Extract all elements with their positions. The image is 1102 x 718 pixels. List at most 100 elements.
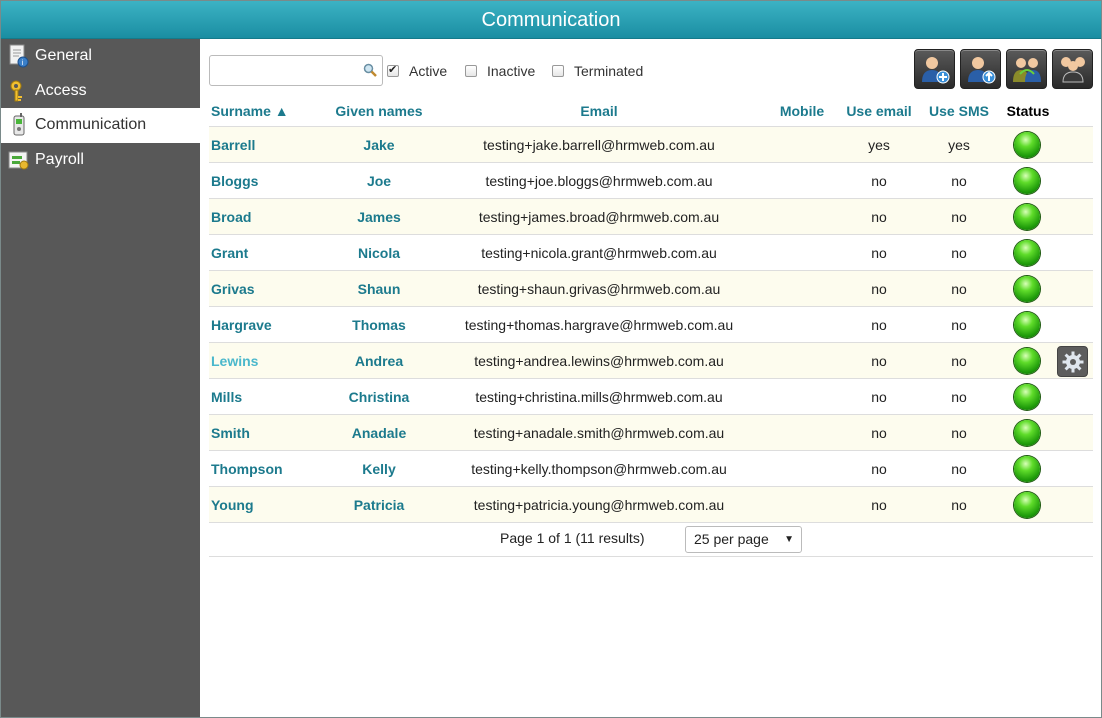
filter-active[interactable]: Active <box>387 63 447 79</box>
use-sms-cell: no <box>951 497 967 513</box>
add-user-button[interactable] <box>914 49 955 89</box>
table-row[interactable]: Grant Nicola testing+nicola.grant@hrmweb… <box>209 234 1093 270</box>
column-header-surname[interactable]: Surname ▲ <box>211 101 301 125</box>
status-active-icon <box>1014 492 1040 518</box>
column-header-given-names[interactable]: Given names <box>319 101 439 125</box>
main-content: Active Inactive Terminated <box>200 39 1101 717</box>
use-sms-cell: no <box>951 317 967 333</box>
surname-cell[interactable]: Grivas <box>211 271 255 307</box>
table-row[interactable]: Young Patricia testing+patricia.young@hr… <box>209 486 1093 522</box>
email-cell: testing+shaun.grivas@hrmweb.com.au <box>477 281 721 297</box>
column-header-mobile[interactable]: Mobile <box>772 101 832 125</box>
table-row[interactable]: Hargrave Thomas testing+thomas.hargrave@… <box>209 306 1093 342</box>
sidebar-item-general[interactable]: i General <box>1 39 200 74</box>
given-names-cell[interactable]: Christina <box>319 379 439 415</box>
sidebar-item-payroll[interactable]: Payroll <box>1 143 200 178</box>
use-sms-cell: yes <box>948 137 970 153</box>
group-users-button[interactable] <box>1052 49 1093 89</box>
email-cell: testing+james.broad@hrmweb.com.au <box>478 209 720 225</box>
surname-cell[interactable]: Grant <box>211 235 248 271</box>
sidebar-item-access[interactable]: Access <box>1 74 200 109</box>
column-header-use-sms[interactable]: Use SMS <box>919 101 999 125</box>
given-names-cell[interactable]: Shaun <box>319 271 439 307</box>
swap-users-button[interactable] <box>1006 49 1047 89</box>
given-names-cell[interactable]: Jake <box>319 127 439 163</box>
active-checkbox[interactable] <box>387 63 399 77</box>
per-page-value: 25 per page <box>694 531 769 547</box>
status-active-icon <box>1014 420 1040 446</box>
given-names-cell[interactable]: Nicola <box>319 235 439 271</box>
given-names-cell[interactable]: Joe <box>319 163 439 199</box>
use-email-cell: yes <box>868 137 890 153</box>
pagination-info: Page 1 of 1 (11 results) <box>500 530 645 546</box>
use-sms-cell: no <box>951 173 967 189</box>
column-header-status: Status <box>1006 103 1050 119</box>
use-sms-cell: no <box>951 425 967 441</box>
chevron-down-icon: ▼ <box>784 534 794 545</box>
given-names-cell[interactable]: Anadale <box>319 415 439 451</box>
use-email-cell: no <box>871 461 887 477</box>
terminated-checkbox[interactable] <box>552 65 564 77</box>
group-users-icon <box>1061 57 1085 83</box>
table-row[interactable]: Bloggs Joe testing+joe.bloggs@hrmweb.com… <box>209 162 1093 198</box>
email-cell: testing+christina.mills@hrmweb.com.au <box>475 389 723 405</box>
table-row[interactable]: Mills Christina testing+christina.mills@… <box>209 378 1093 414</box>
use-email-cell: no <box>871 497 887 513</box>
table-divider <box>209 522 1093 523</box>
gear-icon <box>1062 351 1084 373</box>
sidebar-item-label: Payroll <box>35 150 84 168</box>
surname-cell[interactable]: Broad <box>211 199 251 235</box>
upload-user-button[interactable] <box>960 49 1001 89</box>
use-sms-cell: no <box>951 209 967 225</box>
phone-icon <box>8 113 30 137</box>
table-row[interactable]: Broad James testing+james.broad@hrmweb.c… <box>209 198 1093 234</box>
given-names-cell[interactable]: James <box>319 199 439 235</box>
pager-divider <box>209 556 1093 557</box>
email-cell: testing+kelly.thompson@hrmweb.com.au <box>471 461 727 477</box>
status-active-icon <box>1014 276 1040 302</box>
row-settings-button[interactable] <box>1057 346 1088 377</box>
sidebar-item-label: Access <box>35 81 87 99</box>
surname-cell[interactable]: Smith <box>211 415 250 451</box>
use-sms-cell: no <box>951 281 967 297</box>
given-names-cell[interactable]: Andrea <box>319 343 439 379</box>
use-email-cell: no <box>871 173 887 189</box>
status-active-icon <box>1014 456 1040 482</box>
table-row[interactable]: Lewins Andrea testing+andrea.lewins@hrmw… <box>209 342 1093 378</box>
swap-users-icon <box>1013 58 1041 82</box>
given-names-cell[interactable]: Thomas <box>319 307 439 343</box>
surname-cell[interactable]: Young <box>211 487 254 523</box>
sidebar-item-communication[interactable]: Communication <box>1 108 200 143</box>
use-sms-cell: no <box>951 389 967 405</box>
app-window: Communication i General Access Communica… <box>0 0 1102 718</box>
status-active-icon <box>1014 384 1040 410</box>
search-input[interactable] <box>210 56 360 85</box>
filter-inactive[interactable]: Inactive <box>465 63 535 79</box>
table-row[interactable]: Barrell Jake testing+jake.barrell@hrmweb… <box>209 126 1093 162</box>
surname-cell[interactable]: Mills <box>211 379 242 415</box>
use-email-cell: no <box>871 425 887 441</box>
email-cell: testing+thomas.hargrave@hrmweb.com.au <box>464 317 734 333</box>
given-names-cell[interactable]: Kelly <box>319 451 439 487</box>
email-cell: testing+patricia.young@hrmweb.com.au <box>473 497 725 513</box>
sidebar-item-label: Communication <box>35 116 147 134</box>
sidebar-item-label: General <box>35 47 92 65</box>
surname-cell[interactable]: Hargrave <box>211 307 272 343</box>
table-row[interactable]: Grivas Shaun testing+shaun.grivas@hrmweb… <box>209 270 1093 306</box>
use-sms-cell: no <box>951 353 967 369</box>
filter-terminated[interactable]: Terminated <box>552 63 643 79</box>
status-active-icon <box>1014 348 1040 374</box>
surname-cell[interactable]: Bloggs <box>211 163 258 199</box>
column-header-email[interactable]: Email <box>449 101 749 125</box>
given-names-cell[interactable]: Patricia <box>319 487 439 523</box>
surname-cell[interactable]: Thompson <box>211 451 283 487</box>
search-box[interactable] <box>209 55 383 86</box>
column-header-use-email[interactable]: Use email <box>839 101 919 125</box>
surname-cell[interactable]: Barrell <box>211 127 255 163</box>
per-page-select[interactable]: 25 per page ▼ <box>685 526 802 553</box>
search-icon[interactable] <box>363 63 377 77</box>
surname-cell[interactable]: Lewins <box>211 343 258 379</box>
inactive-checkbox[interactable] <box>465 65 477 77</box>
table-row[interactable]: Smith Anadale testing+anadale.smith@hrmw… <box>209 414 1093 450</box>
table-row[interactable]: Thompson Kelly testing+kelly.thompson@hr… <box>209 450 1093 486</box>
